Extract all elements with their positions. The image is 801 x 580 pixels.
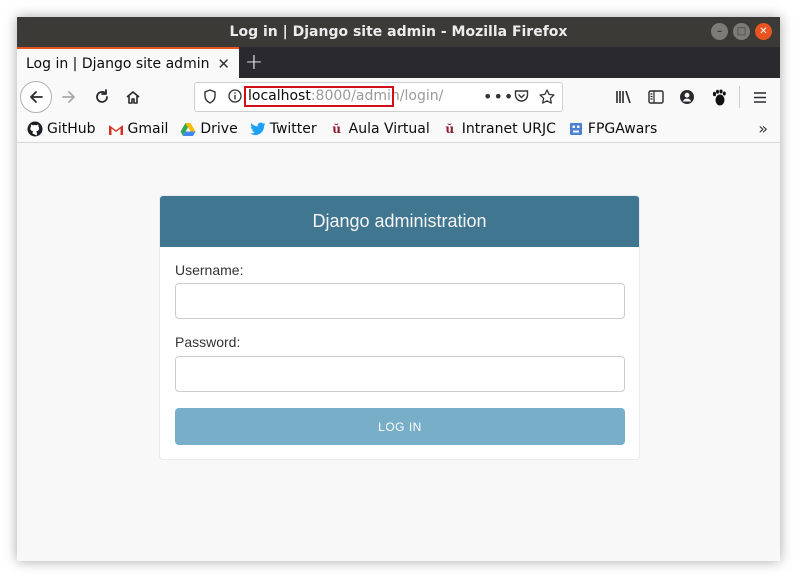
bookmark-label: Aula Virtual	[348, 121, 430, 137]
tab-strip: Log in | Django site admin ✕ +	[17, 47, 780, 78]
bookmark-label: Intranet URJC	[461, 121, 556, 137]
page-content: Django administration Username: Password…	[17, 143, 780, 561]
home-button[interactable]	[123, 87, 143, 107]
toolbar-separator	[739, 86, 740, 108]
reload-button[interactable]	[92, 87, 112, 107]
bookmark-github[interactable]: GitHub	[27, 121, 96, 137]
close-tab-icon[interactable]: ✕	[217, 55, 230, 73]
library-button[interactable]	[614, 87, 634, 107]
password-input[interactable]	[175, 356, 625, 392]
pocket-icon[interactable]	[514, 89, 529, 107]
bookmark-aula-virtual[interactable]: ŭ Aula Virtual	[329, 121, 430, 137]
bookmark-label: Twitter	[269, 121, 317, 137]
gnome-foot-icon	[712, 89, 726, 105]
bookmark-label: Gmail	[127, 121, 169, 137]
bookmark-label: FPGAwars	[587, 121, 658, 137]
shield-icon[interactable]	[203, 89, 217, 108]
gmail-icon	[108, 121, 124, 137]
site-header: Django administration	[160, 196, 639, 247]
twitter-icon	[250, 121, 266, 137]
window-controls: – □ ✕	[711, 23, 772, 40]
maximize-button[interactable]: □	[733, 23, 750, 40]
arrow-left-icon	[30, 91, 43, 103]
library-icon	[616, 90, 631, 104]
sidebar-button[interactable]	[646, 87, 666, 107]
account-icon	[680, 90, 694, 104]
fpgawars-icon	[568, 121, 584, 137]
close-window-button[interactable]: ✕	[755, 23, 772, 40]
bookmark-gmail[interactable]: Gmail	[108, 121, 169, 137]
star-icon[interactable]	[539, 89, 555, 108]
chevron-double-right-icon[interactable]: »	[758, 119, 768, 138]
tab-active[interactable]: Log in | Django site admin ✕	[17, 47, 239, 78]
username-label: Username:	[175, 262, 244, 278]
tab-title: Log in | Django site admin	[26, 55, 210, 72]
bookmark-label: Drive	[200, 121, 238, 137]
bookmark-intranet-urjc[interactable]: ŭ Intranet URJC	[442, 121, 556, 137]
url-bar[interactable]: localhost:8000/admin/login/? •••	[194, 82, 563, 112]
arrow-right-icon	[62, 91, 75, 103]
info-icon[interactable]	[228, 89, 242, 107]
browser-window: Log in | Django site admin - Mozilla Fir…	[17, 17, 780, 561]
navigation-toolbar: localhost:8000/admin/login/? •••	[17, 78, 780, 116]
login-button[interactable]: LOG IN	[175, 408, 625, 445]
url-path-rest: /login/?	[399, 88, 444, 104]
forward-button[interactable]	[59, 87, 79, 107]
page-actions-icon[interactable]: •••	[483, 87, 514, 106]
urjc-icon: ŭ	[332, 122, 341, 136]
bookmark-label: GitHub	[47, 121, 96, 137]
url-annotation-box	[244, 86, 394, 107]
bookmark-drive[interactable]: Drive	[180, 121, 238, 137]
password-label: Password:	[175, 334, 241, 350]
login-form-container: Django administration Username: Password…	[159, 195, 640, 460]
minimize-button[interactable]: –	[711, 23, 728, 40]
bookmark-twitter[interactable]: Twitter	[250, 121, 317, 137]
window-title: Log in | Django site admin - Mozilla Fir…	[229, 24, 568, 40]
menu-button[interactable]	[750, 87, 770, 107]
hamburger-menu-icon	[754, 91, 766, 103]
new-tab-button[interactable]: +	[239, 47, 269, 78]
account-button[interactable]	[677, 87, 697, 107]
gnome-extension-button[interactable]	[709, 87, 729, 107]
back-button[interactable]	[20, 81, 52, 113]
username-input[interactable]	[175, 283, 625, 319]
site-title: Django administration	[312, 211, 487, 231]
title-bar: Log in | Django site admin - Mozilla Fir…	[17, 17, 780, 47]
github-icon	[27, 121, 43, 137]
plus-icon: +	[244, 50, 264, 75]
drive-icon	[180, 121, 196, 137]
home-icon	[126, 91, 140, 104]
urjc-icon: ŭ	[445, 122, 455, 136]
sidebar-icon	[648, 90, 664, 104]
bookmarks-toolbar: GitHub Gmail Drive Twitter ŭ Aula Virtua…	[17, 116, 780, 143]
reload-icon	[96, 89, 108, 103]
bookmark-fpgawars[interactable]: FPGAwars	[568, 121, 657, 137]
